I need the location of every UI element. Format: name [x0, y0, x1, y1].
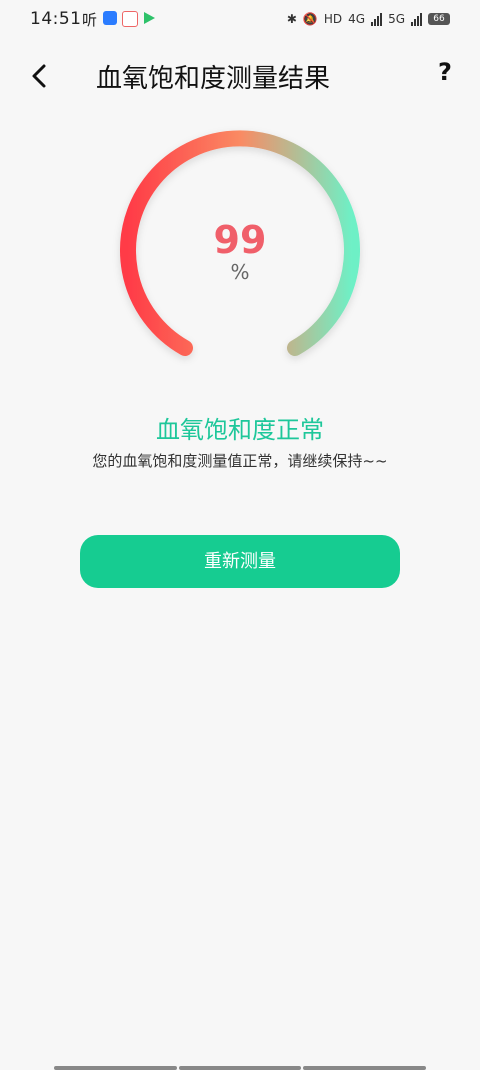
battery-icon: 66	[428, 13, 450, 25]
header: 血氧饱和度测量结果 ?	[0, 44, 480, 108]
spo2-unit: %	[230, 260, 250, 284]
signal-icon-2	[411, 12, 422, 26]
remeasure-button[interactable]: 重新测量	[80, 535, 400, 588]
back-button[interactable]	[26, 58, 54, 94]
result-description: 您的血氧饱和度测量值正常，请继续保持~~	[92, 452, 388, 470]
health-app-icon	[122, 11, 138, 27]
signal-icon	[371, 12, 383, 26]
network-5g-label: 5G	[388, 12, 405, 26]
status-bar: 14:51 听 ✱ 🔕 HD 4G 5G 66	[0, 0, 480, 38]
back-arrow-icon	[32, 64, 46, 88]
help-button[interactable]: ?	[434, 58, 456, 94]
status-time: 14:51	[30, 9, 82, 29]
bluetooth-icon: ✱	[286, 12, 297, 26]
network-4g-label: 4G	[348, 12, 366, 26]
play-store-icon	[144, 12, 155, 24]
status-icons: ✱ 🔕 HD 4G 5G 66	[287, 10, 450, 28]
hd-icon: HD	[323, 12, 343, 26]
result-title: 血氧饱和度正常	[156, 416, 324, 444]
spo2-value: 99	[213, 218, 267, 262]
spo2-gauge: 99 %	[100, 120, 380, 380]
app-notification-icon	[103, 11, 117, 25]
gesture-bar	[54, 1066, 427, 1070]
listen-app-icon: 听	[82, 11, 98, 29]
page-title: 血氧饱和度测量结果	[96, 64, 331, 94]
mute-icon: 🔕	[302, 12, 318, 26]
